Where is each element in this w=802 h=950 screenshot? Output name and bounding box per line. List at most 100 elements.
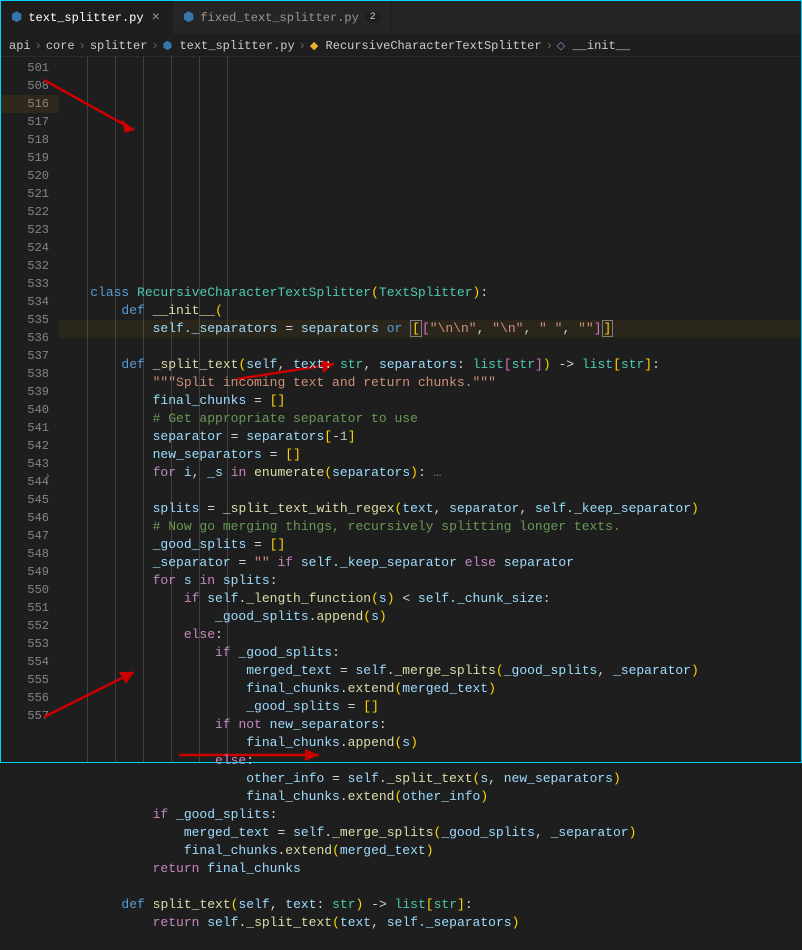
code-line[interactable]: new_separators = [] (59, 446, 801, 464)
line-number: 534 (1, 293, 59, 311)
line-number: 538 (1, 365, 59, 383)
code-line[interactable]: other_info = self._split_text(s, new_sep… (59, 770, 801, 788)
code-line[interactable]: def _split_text(self, text: str, separat… (59, 356, 801, 374)
line-number: 549 (1, 563, 59, 581)
line-number: 548 (1, 545, 59, 563)
editor-tabs: ⬢ text_splitter.py × ⬢ fixed_text_splitter.p… (1, 1, 801, 35)
editor-tab[interactable]: ⬢ fixed_text_splitter.py 2 (173, 1, 392, 34)
line-number: 552 (1, 617, 59, 635)
code-line[interactable]: for s in splits: (59, 572, 801, 590)
code-line[interactable]: _good_splits = [] (59, 536, 801, 554)
breadcrumb-item[interactable]: core (46, 39, 75, 53)
breadcrumb-separator: › (35, 39, 42, 53)
code-line[interactable]: final_chunks.append(s) (59, 734, 801, 752)
line-number: 554 (1, 653, 59, 671)
fn-icon: ◇ (557, 41, 565, 53)
editor-tab[interactable]: ⬢text_splitter.py× (1, 1, 173, 34)
code-line[interactable]: _good_splits.append(s) (59, 608, 801, 626)
line-number: 557 (1, 707, 59, 725)
breadcrumb-label: splitter (90, 39, 148, 53)
code-line[interactable]: else: (59, 626, 801, 644)
line-number: 555 (1, 671, 59, 689)
cls-icon: ◆ (310, 41, 318, 53)
line-number: 541 (1, 419, 59, 437)
code-line[interactable]: return final_chunks (59, 860, 801, 878)
breadcrumb-item[interactable]: ◇ __init__ (557, 39, 630, 53)
line-number: 517 (1, 113, 59, 131)
line-number: 501 (1, 59, 59, 77)
line-number: 539 (1, 383, 59, 401)
code-line[interactable]: if not new_separators: (59, 716, 801, 734)
breadcrumb-item[interactable]: ◆ RecursiveCharacterTextSplitter (310, 39, 542, 53)
code-line[interactable]: _good_splits = [] (59, 698, 801, 716)
tab-label: fixed_text_splitter.py (200, 11, 358, 25)
code-line[interactable]: if _good_splits: (59, 806, 801, 824)
line-number: 546 (1, 509, 59, 527)
line-number-gutter: 5015085165175185195205215225235245325335… (1, 57, 59, 762)
line-number: 518 (1, 131, 59, 149)
line-number: 521 (1, 185, 59, 203)
code-line[interactable] (59, 482, 801, 500)
code-line[interactable]: self._separators = separators or [["\n\n… (59, 320, 801, 338)
python-file-icon: ⬢ (183, 10, 194, 25)
code-line[interactable] (59, 338, 801, 356)
code-line[interactable] (59, 932, 801, 950)
breadcrumb-item[interactable]: splitter (90, 39, 148, 53)
line-number: 516 (1, 95, 59, 113)
code-line[interactable]: def __init__( (59, 302, 801, 320)
code-line[interactable]: merged_text = self._merge_splits(_good_s… (59, 824, 801, 842)
close-icon[interactable]: × (150, 10, 162, 26)
line-number: 545 (1, 491, 59, 509)
py-icon: ⬢ (163, 41, 173, 53)
breadcrumb-item[interactable]: api (9, 39, 31, 53)
code-line[interactable]: if _good_splits: (59, 644, 801, 662)
line-number: 508 (1, 77, 59, 95)
code-line[interactable]: merged_text = self._merge_splits(_good_s… (59, 662, 801, 680)
code-line[interactable]: splits = _split_text_with_regex(text, se… (59, 500, 801, 518)
code-line[interactable]: return self._split_text(text, self._sepa… (59, 914, 801, 932)
line-number: 537 (1, 347, 59, 365)
line-number: 533 (1, 275, 59, 293)
modification-badge: 2 (365, 12, 381, 23)
line-number: 535 (1, 311, 59, 329)
breadcrumb-label: api (9, 39, 31, 53)
code-line[interactable]: final_chunks.extend(merged_text) (59, 842, 801, 860)
code-line[interactable]: final_chunks.extend(other_info) (59, 788, 801, 806)
fold-chevron-icon[interactable]: › (45, 467, 50, 485)
line-number: 556 (1, 689, 59, 707)
breadcrumb[interactable]: api›core›splitter›⬢ text_splitter.py›◆ R… (1, 35, 801, 57)
line-number: 540 (1, 401, 59, 419)
breadcrumb-separator: › (151, 39, 158, 53)
breadcrumb-separator: › (546, 39, 553, 53)
breadcrumb-label: RecursiveCharacterTextSplitter (326, 39, 542, 53)
breadcrumb-label: core (46, 39, 75, 53)
code-line[interactable]: for i, _s in enumerate(separators): …› (59, 464, 801, 482)
line-number: 550 (1, 581, 59, 599)
line-number: 553 (1, 635, 59, 653)
tab-label: text_splitter.py (28, 11, 143, 25)
line-number: 536 (1, 329, 59, 347)
line-number: 551 (1, 599, 59, 617)
code-line[interactable]: if self._length_function(s) < self._chun… (59, 590, 801, 608)
breadcrumb-label: text_splitter.py (179, 39, 294, 53)
code-line[interactable]: final_chunks.extend(merged_text) (59, 680, 801, 698)
code-editor[interactable]: 5015085165175185195205215225235245325335… (1, 57, 801, 762)
code-line[interactable]: _separator = "" if self._keep_separator … (59, 554, 801, 572)
code-line[interactable]: else: (59, 752, 801, 770)
code-line[interactable]: separator = separators[-1] (59, 428, 801, 446)
line-number: 523 (1, 221, 59, 239)
code-line[interactable] (59, 878, 801, 896)
line-number: 547 (1, 527, 59, 545)
code-line[interactable]: class RecursiveCharacterTextSplitter(Tex… (59, 284, 801, 302)
line-number: 532 (1, 257, 59, 275)
code-line[interactable]: def split_text(self, text: str) -> list[… (59, 896, 801, 914)
breadcrumb-separator: › (79, 39, 86, 53)
code-area[interactable]: class RecursiveCharacterTextSplitter(Tex… (59, 57, 801, 762)
code-line[interactable]: final_chunks = [] (59, 392, 801, 410)
code-line[interactable]: # Get appropriate separator to use (59, 410, 801, 428)
breadcrumb-item[interactable]: ⬢ text_splitter.py (163, 39, 295, 53)
line-number: 524 (1, 239, 59, 257)
code-line[interactable]: """Split incoming text and return chunks… (59, 374, 801, 392)
breadcrumb-separator: › (299, 39, 306, 53)
code-line[interactable]: # Now go merging things, recursively spl… (59, 518, 801, 536)
